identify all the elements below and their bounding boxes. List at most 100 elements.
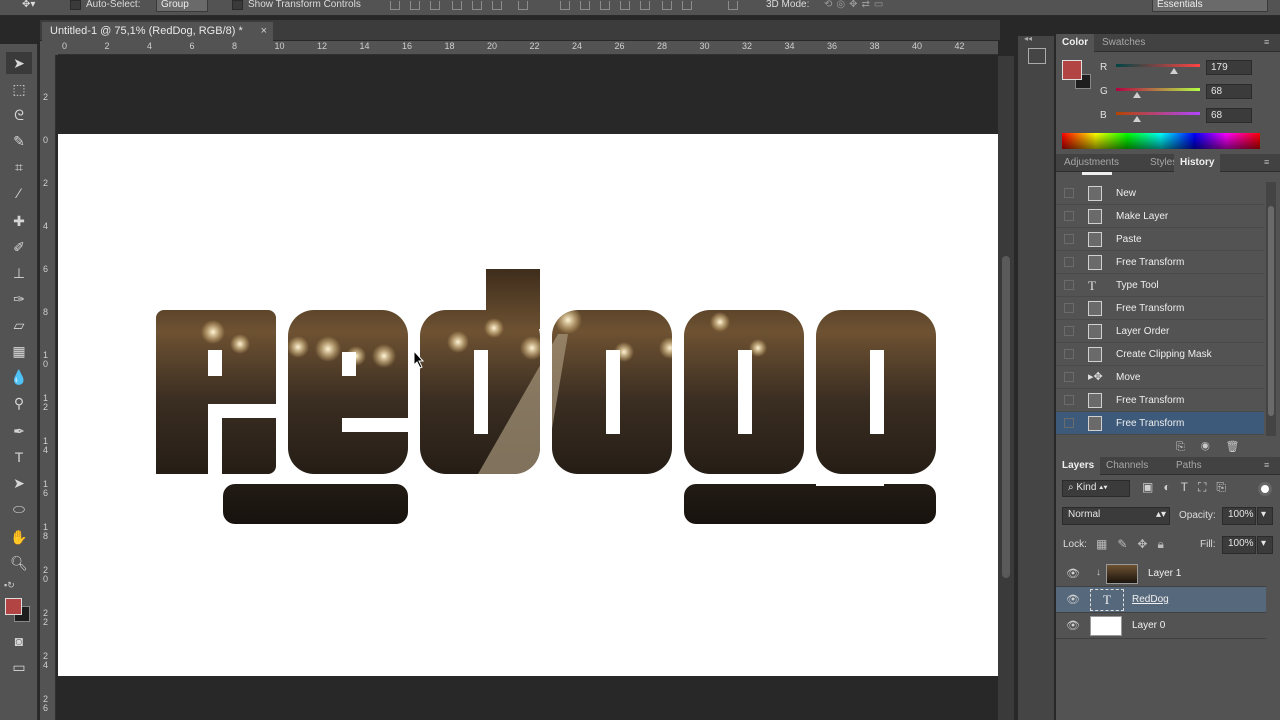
marquee-tool-icon[interactable]: ⬚ [6, 78, 32, 100]
history-source-checkbox[interactable] [1064, 418, 1074, 428]
history-source-checkbox[interactable] [1064, 372, 1074, 382]
ellipse-tool-icon[interactable]: ⬭ [6, 498, 32, 520]
workspace-dropdown[interactable]: Essentials [1152, 0, 1268, 12]
align-hcenter-icon[interactable] [472, 1, 482, 10]
distribute-bottom-icon[interactable] [580, 1, 590, 10]
crop-tool-icon[interactable]: ⌗ [6, 156, 32, 178]
foreground-color-chip[interactable] [1062, 60, 1082, 80]
screen-mode-icon[interactable]: ▭ [6, 656, 32, 678]
history-scrollbar-thumb[interactable] [1268, 206, 1274, 416]
layer-filter-kind[interactable]: ⌕ Kind ▴▾ [1062, 480, 1130, 497]
align-right-icon[interactable] [492, 1, 502, 10]
vertical-scrollbar[interactable] [998, 56, 1014, 720]
panel-menu-icon[interactable]: ≡ [1264, 38, 1276, 48]
quick-selection-tool-icon[interactable]: ✎ [6, 130, 32, 152]
layer-name[interactable]: RedDog [1132, 587, 1169, 613]
auto-align-icon[interactable] [728, 1, 738, 10]
history-source-checkbox[interactable] [1064, 349, 1074, 359]
tab-layers[interactable]: Layers [1056, 457, 1101, 475]
new-snapshot-icon[interactable]: ◉ [1201, 441, 1226, 453]
visibility-eye-icon[interactable]: 👁︎ [1066, 619, 1080, 632]
gradient-tool-icon[interactable]: ▦ [6, 340, 32, 362]
history-item[interactable]: Free Transform [1056, 297, 1264, 320]
lock-pixels-icon[interactable]: ✎ [1117, 537, 1137, 551]
ruler-origin[interactable] [40, 41, 58, 55]
layer-row-selected[interactable]: 👁︎ T RedDog [1056, 587, 1266, 613]
visibility-eye-icon[interactable]: 👁︎ [1066, 567, 1080, 580]
blend-mode-dropdown[interactable]: Normal ▴▾ [1062, 507, 1170, 525]
visibility-eye-icon[interactable]: 👁︎ [1066, 593, 1080, 606]
align-bottom-icon[interactable] [430, 1, 440, 10]
pen-tool-icon[interactable]: ✒ [6, 420, 32, 442]
layer-name[interactable]: Layer 1 [1148, 561, 1181, 587]
slider-r[interactable] [1116, 64, 1200, 67]
filter-adjustment-icon[interactable]: ◐ [1163, 480, 1180, 494]
history-snapshot-thumb[interactable] [1082, 172, 1112, 175]
history-source-checkbox[interactable] [1064, 280, 1074, 290]
quick-mask-icon[interactable]: ◙ [6, 630, 32, 652]
lasso-tool-icon[interactable]: ᘓ [6, 104, 32, 126]
clone-stamp-tool-icon[interactable]: ⊥ [6, 262, 32, 284]
history-item[interactable]: T Type Tool [1056, 274, 1264, 297]
eraser-tool-icon[interactable]: ▱ [6, 314, 32, 336]
distribute-hcenter-icon[interactable] [620, 1, 630, 10]
mode-3d-icons[interactable]: ⟲◎✥⇄▭ [824, 0, 887, 10]
history-item[interactable]: Layer Order [1056, 320, 1264, 343]
reddog-artwork[interactable] [58, 134, 998, 676]
foreground-color-swatch[interactable] [5, 598, 22, 615]
filter-toggle-icon[interactable] [1258, 482, 1272, 496]
opacity-dropdown-icon[interactable]: ▾ [1257, 507, 1273, 525]
lock-all-icon[interactable]: 🔒︎ [1157, 537, 1173, 551]
healing-brush-tool-icon[interactable]: ✚ [6, 210, 32, 232]
history-source-checkbox[interactable] [1064, 188, 1074, 198]
filter-type-icon[interactable]: T [1181, 480, 1198, 494]
history-source-checkbox[interactable] [1064, 234, 1074, 244]
opacity-field[interactable]: 100% [1222, 507, 1256, 525]
scrollbar-thumb[interactable] [1002, 256, 1010, 578]
filter-pixel-icon[interactable]: ▣ [1142, 480, 1163, 494]
filter-smart-object-icon[interactable]: ⎘ [1216, 480, 1236, 494]
tab-adjustments[interactable]: Adjustments [1058, 154, 1125, 172]
slider-g[interactable] [1116, 88, 1200, 91]
history-item[interactable]: New [1056, 182, 1264, 205]
path-selection-tool-icon[interactable]: ➤ [6, 472, 32, 494]
tab-color[interactable]: Color [1056, 34, 1095, 52]
auto-select-checkbox[interactable] [70, 0, 81, 10]
auto-select-dropdown[interactable]: Group [156, 0, 208, 12]
trash-icon[interactable]: 🗑︎ [1226, 441, 1256, 453]
tab-channels[interactable]: Channels [1100, 457, 1154, 475]
history-item[interactable]: Paste [1056, 228, 1264, 251]
dodge-tool-icon[interactable]: ⚲ [6, 392, 32, 414]
layer-row[interactable]: 👁︎ ↓ Layer 1 [1056, 561, 1266, 587]
history-item[interactable]: Free Transform [1056, 389, 1264, 412]
zoom-tool-icon[interactable]: 🔍︎ [6, 552, 32, 574]
align-vcenter-icon[interactable] [410, 1, 420, 10]
eyedropper-tool-icon[interactable]: ⁄ [6, 182, 32, 204]
history-item[interactable]: Make Layer [1056, 205, 1264, 228]
history-source-checkbox[interactable] [1064, 326, 1074, 336]
show-transform-checkbox[interactable] [232, 0, 243, 10]
layer-row[interactable]: 👁︎ Layer 0 [1056, 613, 1266, 639]
history-item-selected[interactable]: Free Transform [1056, 412, 1264, 435]
layer-name[interactable]: Layer 0 [1132, 613, 1165, 639]
align-top-icon[interactable] [390, 1, 400, 10]
history-scrollbar[interactable] [1266, 182, 1276, 436]
tab-paths[interactable]: Paths [1170, 457, 1208, 475]
distribute-gap-icon[interactable] [682, 1, 692, 10]
history-source-checkbox[interactable] [1064, 303, 1074, 313]
history-source-checkbox[interactable] [1064, 395, 1074, 405]
type-tool-icon[interactable]: T [6, 446, 32, 468]
slider-r-thumb[interactable] [1170, 68, 1178, 74]
color-spectrum-bar[interactable] [1062, 133, 1260, 149]
blur-tool-icon[interactable]: 💧 [6, 366, 32, 388]
properties-panel-icon[interactable] [1028, 48, 1046, 64]
distribute-right-icon[interactable] [640, 1, 650, 10]
tab-history[interactable]: History [1174, 154, 1221, 172]
new-document-from-state-icon[interactable]: ⎘ [1176, 441, 1201, 453]
distribute-vcenter-icon[interactable] [560, 1, 570, 10]
history-item[interactable]: ▸✥ Move [1056, 366, 1264, 389]
align-left-icon[interactable] [452, 1, 462, 10]
value-g[interactable]: 68 [1206, 84, 1252, 99]
document-canvas[interactable] [58, 134, 998, 676]
close-icon[interactable]: × [261, 22, 267, 41]
